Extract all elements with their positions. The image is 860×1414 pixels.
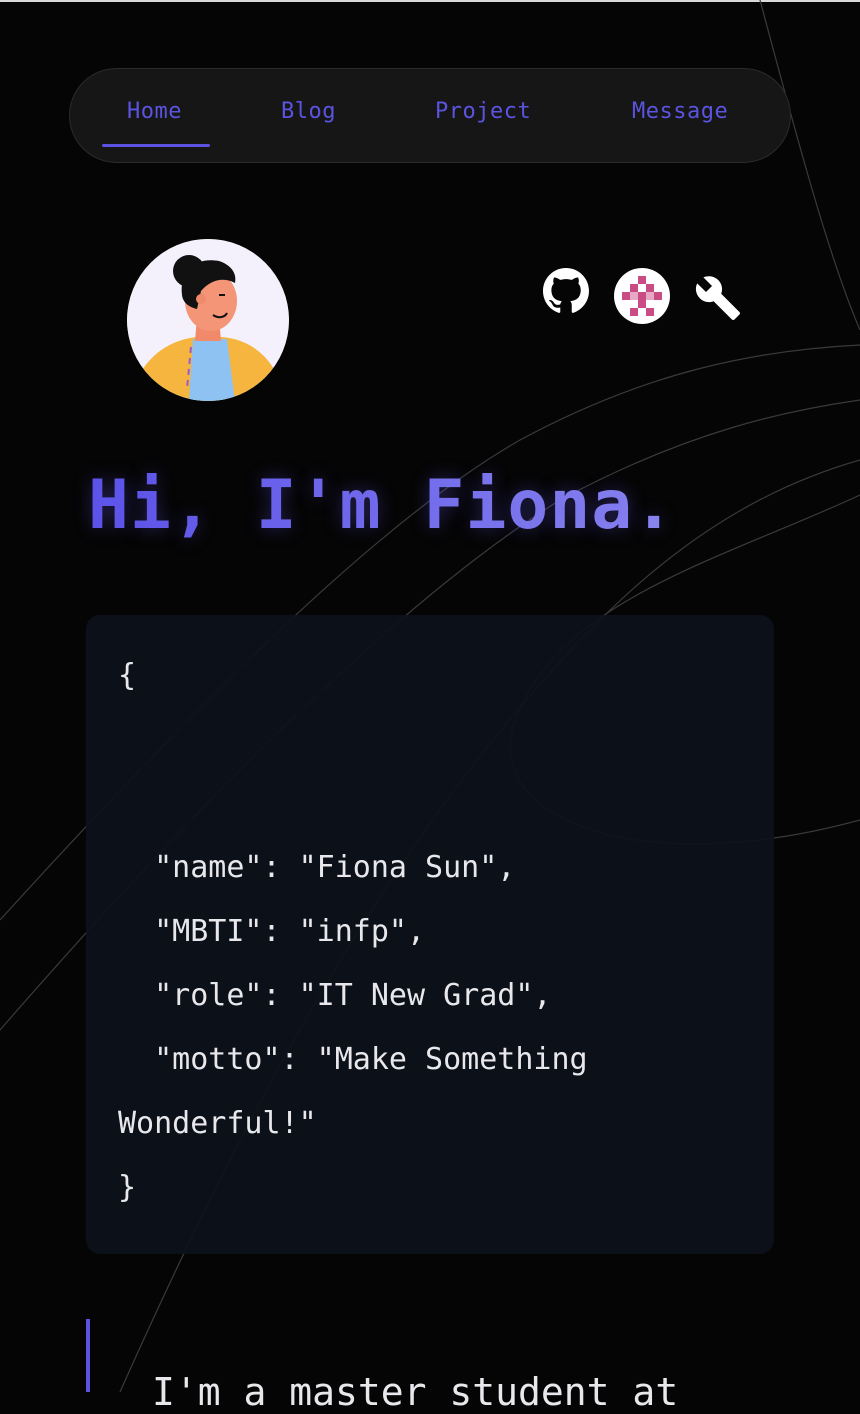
- code-line-mbti: "MBTI": "infp",: [118, 914, 426, 949]
- hero-title: Hi, I'm Fiona.: [88, 466, 676, 545]
- github-icon[interactable]: [543, 268, 589, 314]
- code-open-brace: {: [118, 658, 137, 693]
- nav-item-home[interactable]: Home: [127, 99, 182, 124]
- intro-quote-bar: [86, 1319, 90, 1392]
- nav-item-project[interactable]: Project: [435, 99, 531, 124]
- code-close-brace: }: [118, 1170, 137, 1205]
- nav-active-underline: [102, 144, 210, 147]
- pixel-logo-icon[interactable]: [614, 268, 670, 324]
- nav-item-blog[interactable]: Blog: [281, 99, 336, 124]
- wrench-icon[interactable]: [694, 274, 742, 322]
- code-line-name: "name": "Fiona Sun",: [118, 850, 516, 885]
- avatar: [127, 239, 289, 401]
- intro-text: I'm a master student at: [152, 1370, 679, 1414]
- code-line-role: "role": "IT New Grad",: [118, 978, 552, 1013]
- person-avatar-illustration: [127, 239, 289, 401]
- top-navigation: Home Blog Project Message: [69, 68, 791, 163]
- code-line-motto: "motto": "Make Something: [118, 1042, 588, 1077]
- nav-item-message[interactable]: Message: [632, 99, 728, 124]
- code-line-motto-cont: Wonderful!": [118, 1106, 317, 1141]
